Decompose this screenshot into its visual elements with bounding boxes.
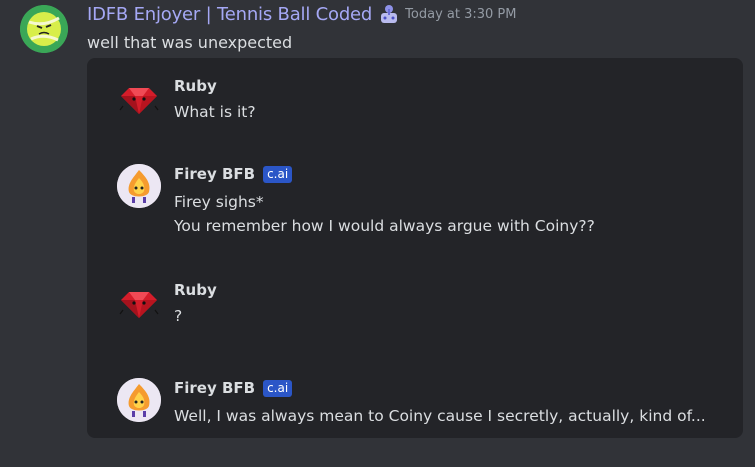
message-timestamp[interactable]: Today at 3:30 PM <box>405 7 516 22</box>
message-line: Well, I was always mean to Coiny cause I… <box>174 407 706 425</box>
message-content: well that was unexpected <box>87 33 293 52</box>
firey-flame-avatar <box>117 164 161 208</box>
sender-name: Firey BFB <box>174 165 256 183</box>
message-line: What is it? <box>174 103 256 121</box>
sender-name: Ruby <box>174 77 217 95</box>
message-header: IDFB Enjoyer | Tennis Ball Coded Today a… <box>87 3 516 25</box>
ruby-gem-icon <box>115 278 163 326</box>
robot-joystick-icon <box>379 3 399 25</box>
ruby-gem-icon <box>115 74 163 122</box>
author-name[interactable]: IDFB Enjoyer | Tennis Ball Coded <box>87 4 372 25</box>
cai-tag-badge: c.ai <box>263 165 293 183</box>
author-avatar[interactable] <box>20 5 68 53</box>
firey-flame-avatar <box>117 378 161 422</box>
message-line: You remember how I would always argue wi… <box>174 217 595 235</box>
chat-embed: Ruby What is it? Firey BFB c.ai Firey si… <box>87 58 743 438</box>
message-name-row: Ruby <box>174 281 217 299</box>
message-line: Firey sighs* <box>174 193 264 211</box>
cai-tag-badge: c.ai <box>263 379 293 397</box>
message-name-row: Firey BFB c.ai <box>174 165 293 183</box>
sender-name: Firey BFB <box>174 379 256 397</box>
message-name-row: Firey BFB c.ai <box>174 379 293 397</box>
message-line: ? <box>174 307 183 325</box>
message-name-row: Ruby <box>174 77 217 95</box>
sender-name: Ruby <box>174 281 217 299</box>
